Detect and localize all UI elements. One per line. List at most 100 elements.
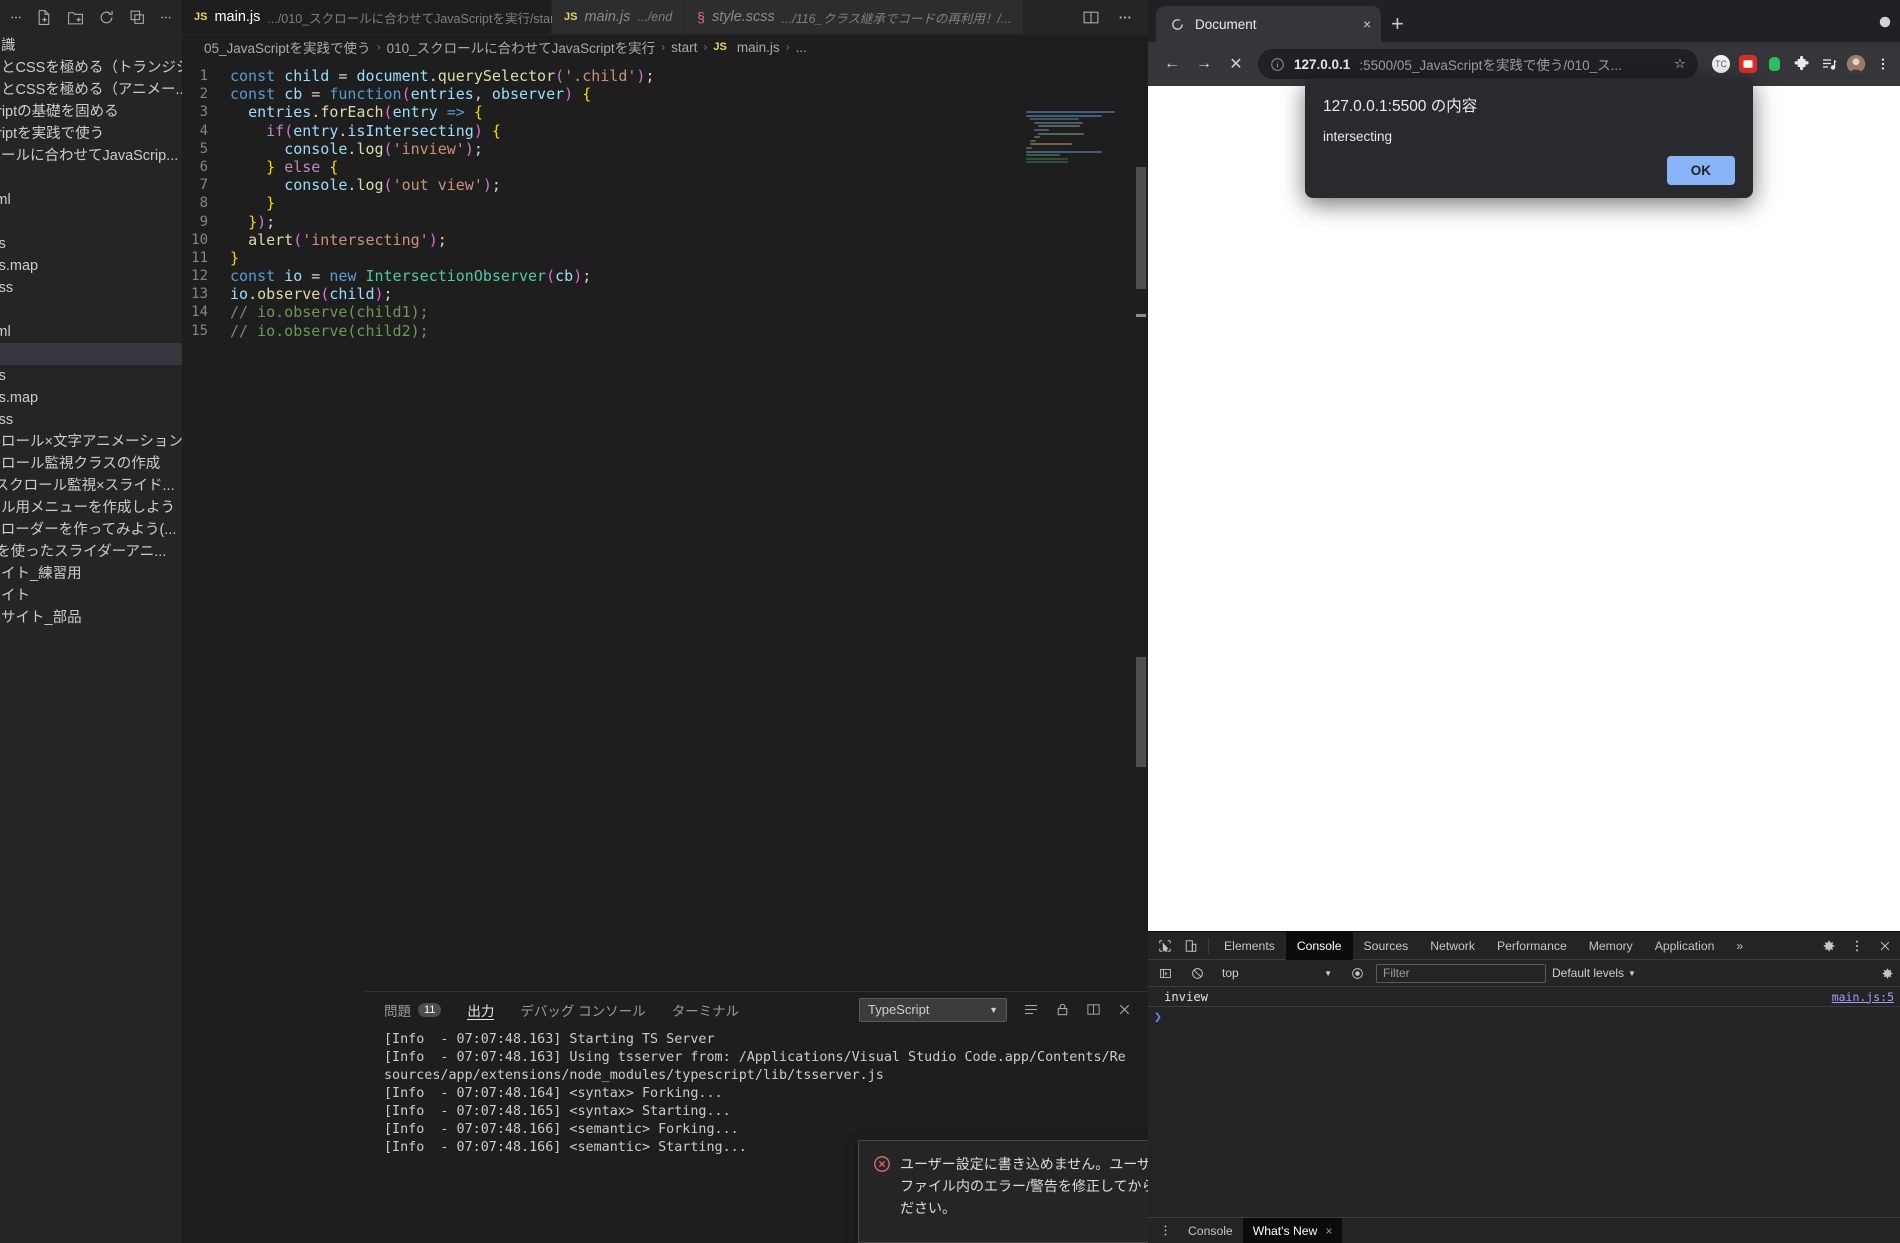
explorer-sidebar[interactable]: の知識ＭＬとCSSを極める（トランジシ...ＭＬとCSSを極める（アニメー...…: [0, 35, 182, 1243]
more-actions-icon[interactable]: [1118, 9, 1132, 26]
minimap[interactable]: [1026, 111, 1134, 173]
panel-tab[interactable]: 問題11: [384, 992, 441, 1027]
explorer-item[interactable]: スクロール×文字アニメーション: [0, 431, 182, 453]
breadcrumb[interactable]: 05_JavaScriptを実践で使う›010_スクロールに合わせてJavaSc…: [182, 35, 1148, 59]
breadcrumb-item[interactable]: ...: [796, 40, 807, 55]
code-editor[interactable]: 1const child = document.querySelector('.…: [182, 59, 1148, 340]
console-filter-input[interactable]: Filter: [1376, 964, 1546, 983]
lock-icon[interactable]: [1055, 1001, 1070, 1018]
console-settings-icon[interactable]: [1874, 960, 1900, 986]
code-line[interactable]: 13io.observe(child);: [182, 285, 1148, 303]
window-controls-icon[interactable]: [1878, 15, 1892, 34]
ellipsis-icon[interactable]: [10, 9, 22, 26]
explorer-item[interactable]: スクロール監視クラスの作成: [0, 453, 182, 475]
breadcrumb-item[interactable]: start: [671, 40, 697, 55]
more-actions-icon[interactable]: [160, 9, 172, 26]
devtools-tab[interactable]: Elements: [1213, 932, 1286, 960]
new-folder-icon[interactable]: [67, 9, 84, 26]
new-file-icon[interactable]: [36, 9, 53, 26]
code-line[interactable]: 15// io.observe(child2);: [182, 322, 1148, 340]
devtools-tab[interactable]: Sources: [1353, 932, 1420, 960]
code-line[interactable]: 14// io.observe(child1);: [182, 303, 1148, 321]
console-output[interactable]: inviewmain.js:5❯: [1148, 987, 1900, 1027]
profile-avatar[interactable]: [1847, 55, 1865, 73]
forward-button[interactable]: →: [1188, 48, 1220, 80]
browser-tab[interactable]: Document ×: [1156, 6, 1381, 42]
code-line[interactable]: 10 alert('intersecting');: [182, 231, 1148, 249]
devtools-tab[interactable]: »: [1725, 932, 1754, 960]
split-icon[interactable]: [1086, 1001, 1101, 1018]
close-icon[interactable]: ×: [1325, 1218, 1332, 1243]
code-line[interactable]: 8 }: [182, 194, 1148, 212]
editor-tab[interactable]: JSmain.js.../010_スクロールに合わせてJavaScriptを実行…: [182, 0, 552, 34]
app-extension-icon[interactable]: [1739, 55, 1757, 73]
explorer-item[interactable]: aScriptを実践で使う: [0, 123, 182, 145]
explorer-item[interactable]: クロールに合わせてJavaScrip...: [0, 145, 182, 167]
code-line[interactable]: 4 if(entry.isIntersecting) {: [182, 122, 1148, 140]
tc-extension-icon[interactable]: TC: [1712, 55, 1730, 73]
explorer-item[interactable]: n.js: [0, 343, 182, 365]
explorer-item[interactable]: ルサイト: [0, 585, 182, 607]
close-devtools-icon[interactable]: [1872, 933, 1898, 959]
explorer-item[interactable]: e.css: [0, 365, 182, 387]
code-line[interactable]: 9 });: [182, 213, 1148, 231]
live-expression-icon[interactable]: [1344, 960, 1370, 986]
code-line[interactable]: 1const child = document.querySelector('.…: [182, 67, 1148, 85]
close-tab-icon[interactable]: ×: [1363, 17, 1371, 32]
drawer-menu-icon[interactable]: [1152, 1218, 1178, 1243]
settings-gear-icon[interactable]: [1816, 933, 1842, 959]
alert-ok-button[interactable]: OK: [1667, 156, 1735, 185]
explorer-item[interactable]: n.js: [0, 211, 182, 233]
drawer-tab[interactable]: What's New×: [1243, 1218, 1343, 1243]
editor-scrollbar-thumb-2[interactable]: [1136, 657, 1146, 767]
output-channel-select[interactable]: TypeScript ▼: [859, 998, 1007, 1022]
explorer-item[interactable]: ＭＬとCSSを極める（アニメー...: [0, 79, 182, 101]
device-toolbar-icon[interactable]: [1178, 933, 1204, 959]
code-line[interactable]: 3 entries.forEach(entry => {: [182, 103, 1148, 121]
explorer-item[interactable]: ージローダーを作ってみよう(...: [0, 519, 182, 541]
devtools-tab[interactable]: Network: [1419, 932, 1486, 960]
evernote-extension-icon[interactable]: [1766, 55, 1784, 73]
panel-tab[interactable]: ターミナル: [672, 992, 740, 1027]
chrome-menu-icon[interactable]: [1874, 55, 1892, 73]
explorer-item[interactable]: aScriptの基礎を固める: [0, 101, 182, 123]
inspect-element-icon[interactable]: [1152, 933, 1178, 959]
devtools-tab[interactable]: Console: [1286, 932, 1353, 960]
console-levels-select[interactable]: Default levels ▼: [1552, 966, 1636, 980]
editor-scrollbar-thumb[interactable]: [1136, 167, 1146, 289]
stop-loading-button[interactable]: ✕: [1220, 48, 1252, 80]
devtools-tab[interactable]: Memory: [1578, 932, 1644, 960]
explorer-item[interactable]: e.css: [0, 233, 182, 255]
page-viewport[interactable]: [1148, 86, 1900, 936]
reading-list-icon[interactable]: [1820, 55, 1838, 73]
collapse-all-icon[interactable]: [129, 9, 146, 26]
console-prompt[interactable]: ❯: [1148, 1007, 1900, 1027]
code-line[interactable]: 11}: [182, 249, 1148, 267]
console-sidebar-icon[interactable]: [1152, 960, 1178, 986]
code-line[interactable]: 6 } else {: [182, 158, 1148, 176]
console-message-source[interactable]: main.js:5: [1832, 990, 1900, 1004]
devtools-menu-icon[interactable]: [1844, 933, 1870, 959]
explorer-item[interactable]: iperを使ったスライダーアニ...: [0, 541, 182, 563]
split-editor-icon[interactable]: [1082, 9, 1100, 26]
editor-tab[interactable]: JSmain.js.../end: [552, 0, 685, 34]
devtools-tab[interactable]: Performance: [1486, 932, 1578, 960]
explorer-item[interactable]: 習_スクロール監視×スライド...: [0, 475, 182, 497]
explorer-item[interactable]: e.css.map: [0, 255, 182, 277]
editor-tab[interactable]: §style.scss.../116_クラス継承でコードの再利用！/...: [685, 0, 1024, 34]
clear-console-icon[interactable]: [1184, 960, 1210, 986]
breadcrumb-item[interactable]: main.js: [737, 40, 780, 55]
code-line[interactable]: 12const io = new IntersectionObserver(cb…: [182, 267, 1148, 285]
breadcrumb-item[interactable]: 010_スクロールに合わせてJavaScriptを実行: [387, 37, 656, 57]
code-line[interactable]: 5 console.log('inview');: [182, 140, 1148, 158]
clear-output-icon[interactable]: [1023, 1001, 1039, 1018]
drawer-tab[interactable]: Console: [1178, 1218, 1243, 1243]
breadcrumb-item[interactable]: 05_JavaScriptを実践で使う: [204, 37, 371, 57]
explorer-item[interactable]: e.scss: [0, 277, 182, 299]
explorer-item[interactable]: x.html: [0, 189, 182, 211]
code-line[interactable]: 2const cb = function(entries, observer) …: [182, 85, 1148, 103]
devtools-tab[interactable]: Application: [1644, 932, 1726, 960]
explorer-item[interactable]: プルサイト_部品: [0, 607, 182, 629]
explorer-item[interactable]: バイル用メニューを作成しよう: [0, 497, 182, 519]
close-panel-icon[interactable]: [1117, 1001, 1132, 1018]
